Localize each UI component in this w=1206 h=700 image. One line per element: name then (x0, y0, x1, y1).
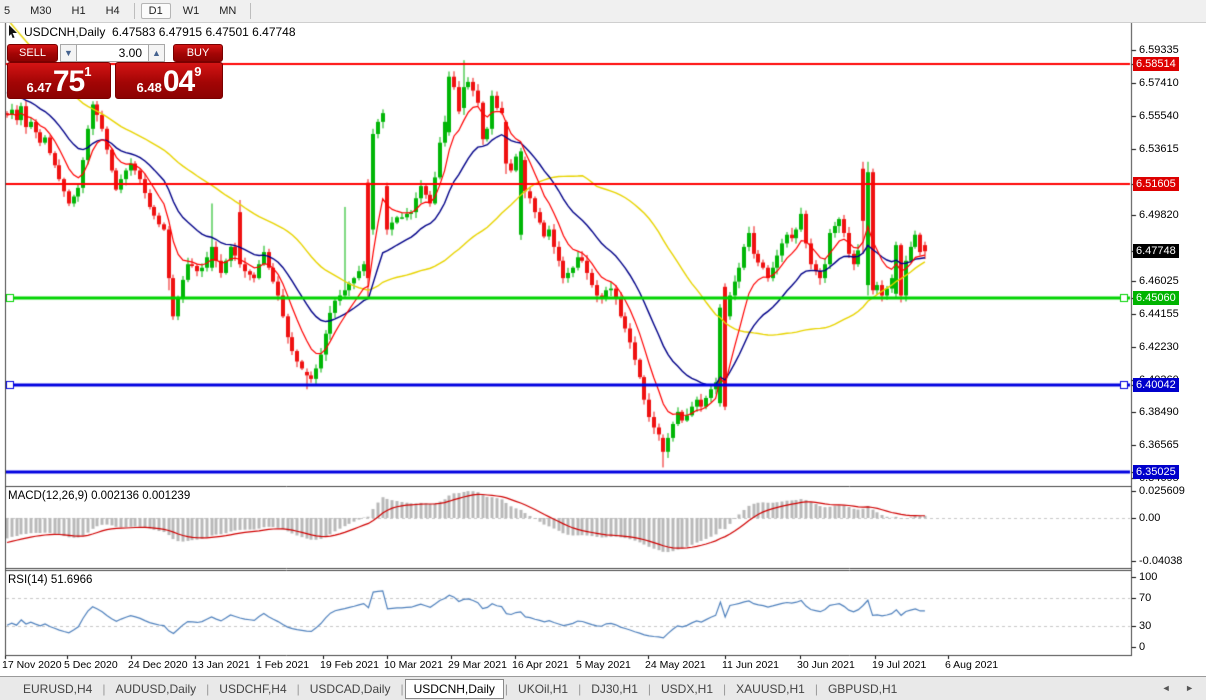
date-axis-label: 13 Jan 2021 (192, 659, 250, 671)
tab-separator: | (206, 682, 209, 696)
tab-separator: | (815, 682, 818, 696)
rsi-axis-label: 0 (1139, 641, 1145, 653)
rsi-indicator-label: RSI(14) 51.6966 (8, 574, 92, 586)
buy-button[interactable]: BUY (173, 44, 223, 62)
tab-separator: | (505, 682, 508, 696)
macd-axis-label: -0.04038 (1139, 555, 1182, 567)
price-axis-label: 6.55540 (1139, 110, 1179, 122)
tab-ukoil-h1[interactable]: UKOil,H1 (509, 679, 577, 699)
chart-tab-bar: EURUSD,H4|AUDUSD,Daily|USDCHF,H4|USDCAD,… (0, 676, 1206, 700)
price-axis-label: 6.44155 (1139, 308, 1179, 320)
price-axis-badge: 6.51605 (1133, 177, 1179, 191)
price-chart-canvas[interactable] (0, 0, 1206, 700)
rsi-axis-label: 70 (1139, 592, 1151, 604)
timeframe-toolbar: 5M30 H1H4 D1W1MN (0, 0, 1206, 23)
tab-usdcnh-daily[interactable]: USDCNH,Daily (405, 679, 504, 699)
price-axis-badge: 6.45060 (1133, 291, 1179, 305)
price-axis-badge: 6.47748 (1133, 244, 1179, 258)
chart-ohlc-values: 6.47583 6.47915 6.47501 6.47748 (112, 25, 296, 39)
toolbar-separator (134, 3, 135, 19)
rsi-axis-label: 30 (1139, 620, 1151, 632)
tab-separator: | (648, 682, 651, 696)
price-axis-label: 6.38490 (1139, 406, 1179, 418)
mt4-window: 5M30 H1H4 D1W1MN USDCNH,Daily 6.47583 6.47… (0, 0, 1206, 700)
tab-usdchf-h4[interactable]: USDCHF,H4 (210, 679, 295, 699)
price-axis-label: 6.49820 (1139, 209, 1179, 221)
buy-price-small: 6.48 (137, 80, 162, 95)
date-axis-label: 16 Apr 2021 (512, 659, 569, 671)
timeframe-button-m30[interactable]: M30 (22, 3, 59, 19)
sell-button[interactable]: SELL (7, 44, 58, 62)
date-axis-label: 5 May 2021 (576, 659, 631, 671)
tab-xauusd-h1[interactable]: XAUUSD,H1 (727, 679, 814, 699)
chart-title: USDCNH,Daily 6.47583 6.47915 6.47501 6.4… (24, 25, 296, 39)
timeframe-button-h4[interactable]: H4 (98, 3, 128, 19)
price-axis-badge: 6.58514 (1133, 57, 1179, 71)
date-axis-label: 24 May 2021 (645, 659, 706, 671)
price-axis-label: 6.53615 (1139, 143, 1179, 155)
spread-decrease-button[interactable]: ▼ (60, 44, 77, 62)
macd-axis-label: 0.025609 (1139, 485, 1185, 497)
tab-separator: | (578, 682, 581, 696)
price-axis-label: 6.42230 (1139, 341, 1179, 353)
date-axis-label: 19 Jul 2021 (872, 659, 926, 671)
cursor-arrow-icon (8, 25, 21, 38)
price-axis-badge: 6.35025 (1133, 465, 1179, 479)
spread-increase-button[interactable]: ▲ (148, 44, 165, 62)
buy-price-big: 04 (163, 69, 194, 95)
tab-separator: | (102, 682, 105, 696)
tab-separator: | (723, 682, 726, 696)
date-axis-label: 24 Dec 2020 (128, 659, 188, 671)
sell-price-button[interactable]: 6.47 75 1 (7, 62, 111, 99)
tab-dj30-h1[interactable]: DJ30,H1 (582, 679, 647, 699)
sell-price-big: 75 (53, 69, 84, 95)
macd-axis-label: 0.00 (1139, 512, 1160, 524)
buy-price-sup: 9 (194, 65, 201, 78)
date-axis-label: 30 Jun 2021 (797, 659, 855, 671)
timeframe-button-w1[interactable]: W1 (175, 3, 208, 19)
one-click-trading-panel: SELL ▼ 3.00 ▲ BUY 6.47 75 1 6.48 04 9 (7, 44, 223, 98)
date-axis-label: 11 Jun 2021 (722, 659, 779, 671)
rsi-axis-label: 100 (1139, 571, 1157, 583)
price-axis-badge: 6.40042 (1133, 378, 1179, 392)
price-axis-label: 6.36565 (1139, 439, 1179, 451)
volume-input[interactable]: 3.00 (76, 44, 149, 62)
date-axis-label: 29 Mar 2021 (448, 659, 507, 671)
tab-usdx-h1[interactable]: USDX,H1 (652, 679, 722, 699)
price-axis-label: 6.59335 (1139, 44, 1179, 56)
price-axis-label: 6.46025 (1139, 275, 1179, 287)
date-axis-label: 6 Aug 2021 (945, 659, 998, 671)
timeframe-button-d1[interactable]: D1 (141, 3, 171, 19)
timeframe-button-h1[interactable]: H1 (64, 3, 94, 19)
tab-audusd-daily[interactable]: AUDUSD,Daily (106, 679, 205, 699)
tab-separator: | (400, 682, 403, 696)
tab-separator: | (297, 682, 300, 696)
macd-indicator-label: MACD(12,26,9) 0.002136 0.001239 (8, 490, 190, 502)
price-axis-label: 6.57410 (1139, 77, 1179, 89)
tab-eurusd-h4[interactable]: EURUSD,H4 (14, 679, 101, 699)
date-axis-label: 17 Nov 2020 (2, 659, 62, 671)
date-axis-label: 5 Dec 2020 (64, 659, 118, 671)
tab-usdcad-daily[interactable]: USDCAD,Daily (301, 679, 400, 699)
chart-symbol-label: USDCNH,Daily (24, 25, 105, 39)
buy-price-button[interactable]: 6.48 04 9 (115, 62, 223, 99)
timeframe-button-mn[interactable]: MN (211, 3, 244, 19)
timeframe-button-5[interactable]: 5 (2, 3, 18, 19)
date-axis-label: 19 Feb 2021 (320, 659, 379, 671)
sell-price-small: 6.47 (27, 80, 52, 95)
tab-scroll-arrows[interactable]: ◄ ► (1162, 683, 1200, 693)
date-axis-label: 10 Mar 2021 (384, 659, 443, 671)
date-axis-label: 1 Feb 2021 (256, 659, 309, 671)
tab-gbpusd-h1[interactable]: GBPUSD,H1 (819, 679, 906, 699)
toolbar-separator (250, 3, 251, 19)
sell-price-sup: 1 (84, 65, 91, 78)
